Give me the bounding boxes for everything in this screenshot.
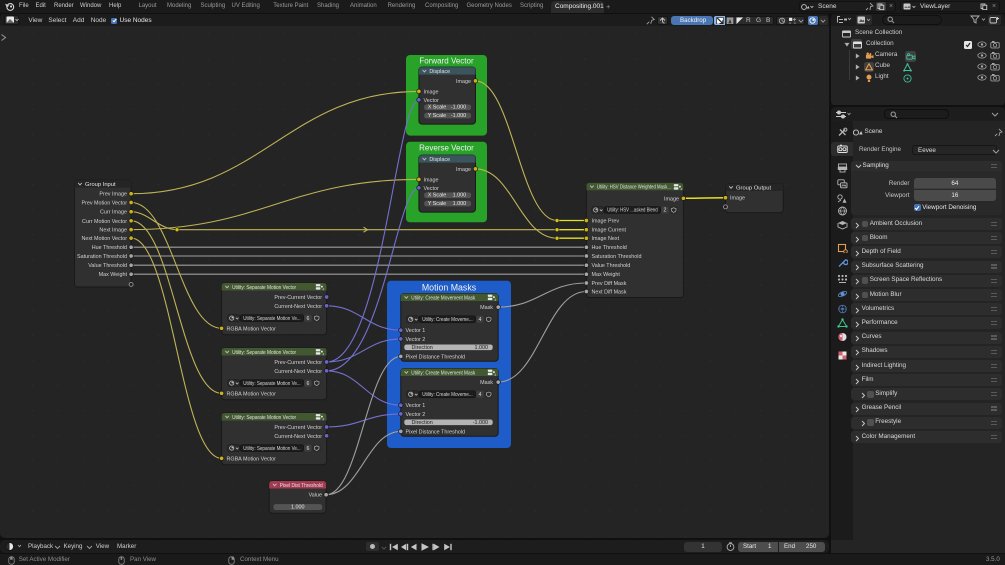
svg-text:1.000: 1.000	[453, 201, 467, 207]
svg-text:2: 2	[663, 208, 666, 214]
svg-text:Prev Motion Vector: Prev Motion Vector	[81, 201, 127, 207]
svg-text:Value: Value	[309, 493, 322, 499]
svg-text:Image Next: Image Next	[592, 236, 620, 242]
svg-text:Prev Diff Mask: Prev Diff Mask	[592, 281, 627, 287]
svg-text:Prev-Current Vector: Prev-Current Vector	[274, 425, 322, 431]
svg-text:Vector 1: Vector 1	[406, 403, 426, 409]
svg-text:Image Current: Image Current	[592, 228, 627, 234]
svg-text:RGBA Motion Vector: RGBA Motion Vector	[227, 391, 277, 397]
svg-text:Saturation Threshold: Saturation Threshold	[77, 254, 127, 260]
svg-text:Image: Image	[664, 196, 679, 202]
svg-text:Hue Threshold: Hue Threshold	[92, 245, 127, 251]
svg-text:Prev Image: Prev Image	[99, 192, 127, 198]
svg-text:Image: Image	[456, 167, 471, 173]
svg-text:Prev-Current Vector: Prev-Current Vector	[274, 295, 322, 301]
svg-text:Value Threshold: Value Threshold	[592, 263, 631, 269]
svg-text:X Scale: X Scale	[428, 193, 447, 199]
svg-text:RGBA Motion Vector: RGBA Motion Vector	[227, 456, 277, 462]
svg-text:Utility: Separate Motion Vecto: Utility: Separate Motion Vector	[232, 285, 296, 291]
svg-text:Hue Threshold: Hue Threshold	[592, 245, 627, 251]
svg-text:1.000: 1.000	[453, 193, 467, 199]
svg-text:Pixel Distance Threshold: Pixel Distance Threshold	[406, 429, 466, 435]
svg-text:Curr Motion Vector: Curr Motion Vector	[82, 219, 127, 225]
svg-text:Current-Next Vector: Current-Next Vector	[274, 304, 322, 310]
svg-text:RGBA Motion Vector: RGBA Motion Vector	[227, 326, 277, 332]
svg-text:Value Threshold: Value Threshold	[88, 263, 127, 269]
svg-text:Next Image: Next Image	[99, 228, 127, 234]
svg-text:Utility: Separate Motion Ve...: Utility: Separate Motion Ve...	[243, 446, 301, 452]
svg-text:-1.000: -1.000	[451, 105, 466, 111]
svg-text:Saturation Threshold: Saturation Threshold	[592, 254, 642, 260]
svg-text:Utility: HSV ...asked Blend: Utility: HSV ...asked Blend	[607, 208, 658, 214]
svg-text:Vector 2: Vector 2	[406, 337, 426, 343]
svg-text:6: 6	[306, 316, 309, 322]
svg-text:Utility: HSV Distance Weighted: Utility: HSV Distance Weighted Mask...	[597, 185, 671, 191]
svg-text:Reverse Vector: Reverse Vector	[419, 143, 474, 152]
svg-text:Utility: Create Moveme...: Utility: Create Moveme...	[422, 317, 473, 323]
svg-text:4: 4	[680, 187, 682, 191]
svg-text:Current-Next Vector: Current-Next Vector	[274, 434, 322, 440]
svg-text:Y Scale: Y Scale	[428, 201, 446, 207]
svg-text:Utility: Separate Motion Vecto: Utility: Separate Motion Vector	[232, 415, 296, 421]
svg-text:4: 4	[322, 287, 324, 291]
svg-text:Curr Image: Curr Image	[100, 210, 127, 216]
svg-text:Image: Image	[424, 89, 439, 95]
svg-text:Utility: Create Moveme...: Utility: Create Moveme...	[422, 392, 473, 398]
svg-text:-1.000: -1.000	[473, 420, 488, 426]
svg-text:Motion Masks: Motion Masks	[422, 282, 477, 292]
svg-text:Group Output: Group Output	[736, 185, 772, 191]
svg-text:Current-Next Vector: Current-Next Vector	[274, 369, 322, 375]
svg-text:1.000: 1.000	[475, 345, 489, 351]
svg-text:4: 4	[494, 373, 496, 377]
svg-text:Mask: Mask	[480, 305, 493, 311]
svg-text:Utility: Create Movement Mask: Utility: Create Movement Mask	[411, 295, 475, 301]
svg-text:Vector 1: Vector 1	[406, 328, 426, 334]
svg-text:Group Input: Group Input	[85, 182, 116, 188]
svg-text:Pixel Distance Threshold: Pixel Distance Threshold	[406, 354, 466, 360]
svg-text:Pixel Dist Threshold: Pixel Dist Threshold	[280, 483, 323, 489]
svg-text:4: 4	[322, 417, 324, 421]
svg-text:4: 4	[322, 352, 324, 356]
svg-text:Image: Image	[730, 196, 745, 202]
svg-text:Image: Image	[456, 79, 471, 85]
svg-text:Mask: Mask	[480, 380, 493, 386]
svg-text:1.000: 1.000	[291, 505, 305, 511]
svg-text:Next Motion Vector: Next Motion Vector	[81, 236, 127, 242]
svg-text:Vector: Vector	[424, 186, 439, 192]
svg-text:-1.000: -1.000	[451, 113, 466, 119]
svg-text:Next Diff Mask: Next Diff Mask	[592, 290, 627, 296]
svg-text:Direction: Direction	[412, 345, 433, 351]
svg-text:4: 4	[494, 298, 496, 302]
svg-text:Utility: Separate Motion Ve...: Utility: Separate Motion Ve...	[243, 381, 301, 387]
svg-text:6: 6	[306, 381, 309, 387]
svg-text:Max Weight: Max Weight	[99, 272, 128, 278]
svg-text:Image Prev: Image Prev	[592, 219, 620, 225]
svg-text:Vector 2: Vector 2	[406, 412, 426, 418]
svg-text:Forward Vector: Forward Vector	[419, 57, 474, 66]
svg-text:Displace: Displace	[429, 69, 450, 75]
svg-text:Direction: Direction	[412, 420, 433, 426]
svg-text:Displace: Displace	[429, 157, 450, 163]
svg-text:Max Weight: Max Weight	[592, 272, 621, 278]
svg-text:Utility: Separate Motion Ve...: Utility: Separate Motion Ve...	[243, 316, 301, 322]
svg-text:Utility: Create Movement Mask: Utility: Create Movement Mask	[411, 370, 475, 376]
svg-text:Prev-Current Vector: Prev-Current Vector	[274, 360, 322, 366]
svg-text:Y Scale: Y Scale	[428, 113, 446, 119]
svg-text:6: 6	[306, 446, 309, 452]
svg-text:Image: Image	[424, 177, 439, 183]
svg-text:Vector: Vector	[424, 98, 439, 104]
svg-text:4: 4	[478, 317, 481, 323]
svg-text:4: 4	[478, 392, 481, 398]
svg-text:X Scale: X Scale	[428, 105, 447, 111]
svg-text:Utility: Separate Motion Vecto: Utility: Separate Motion Vector	[232, 350, 296, 356]
